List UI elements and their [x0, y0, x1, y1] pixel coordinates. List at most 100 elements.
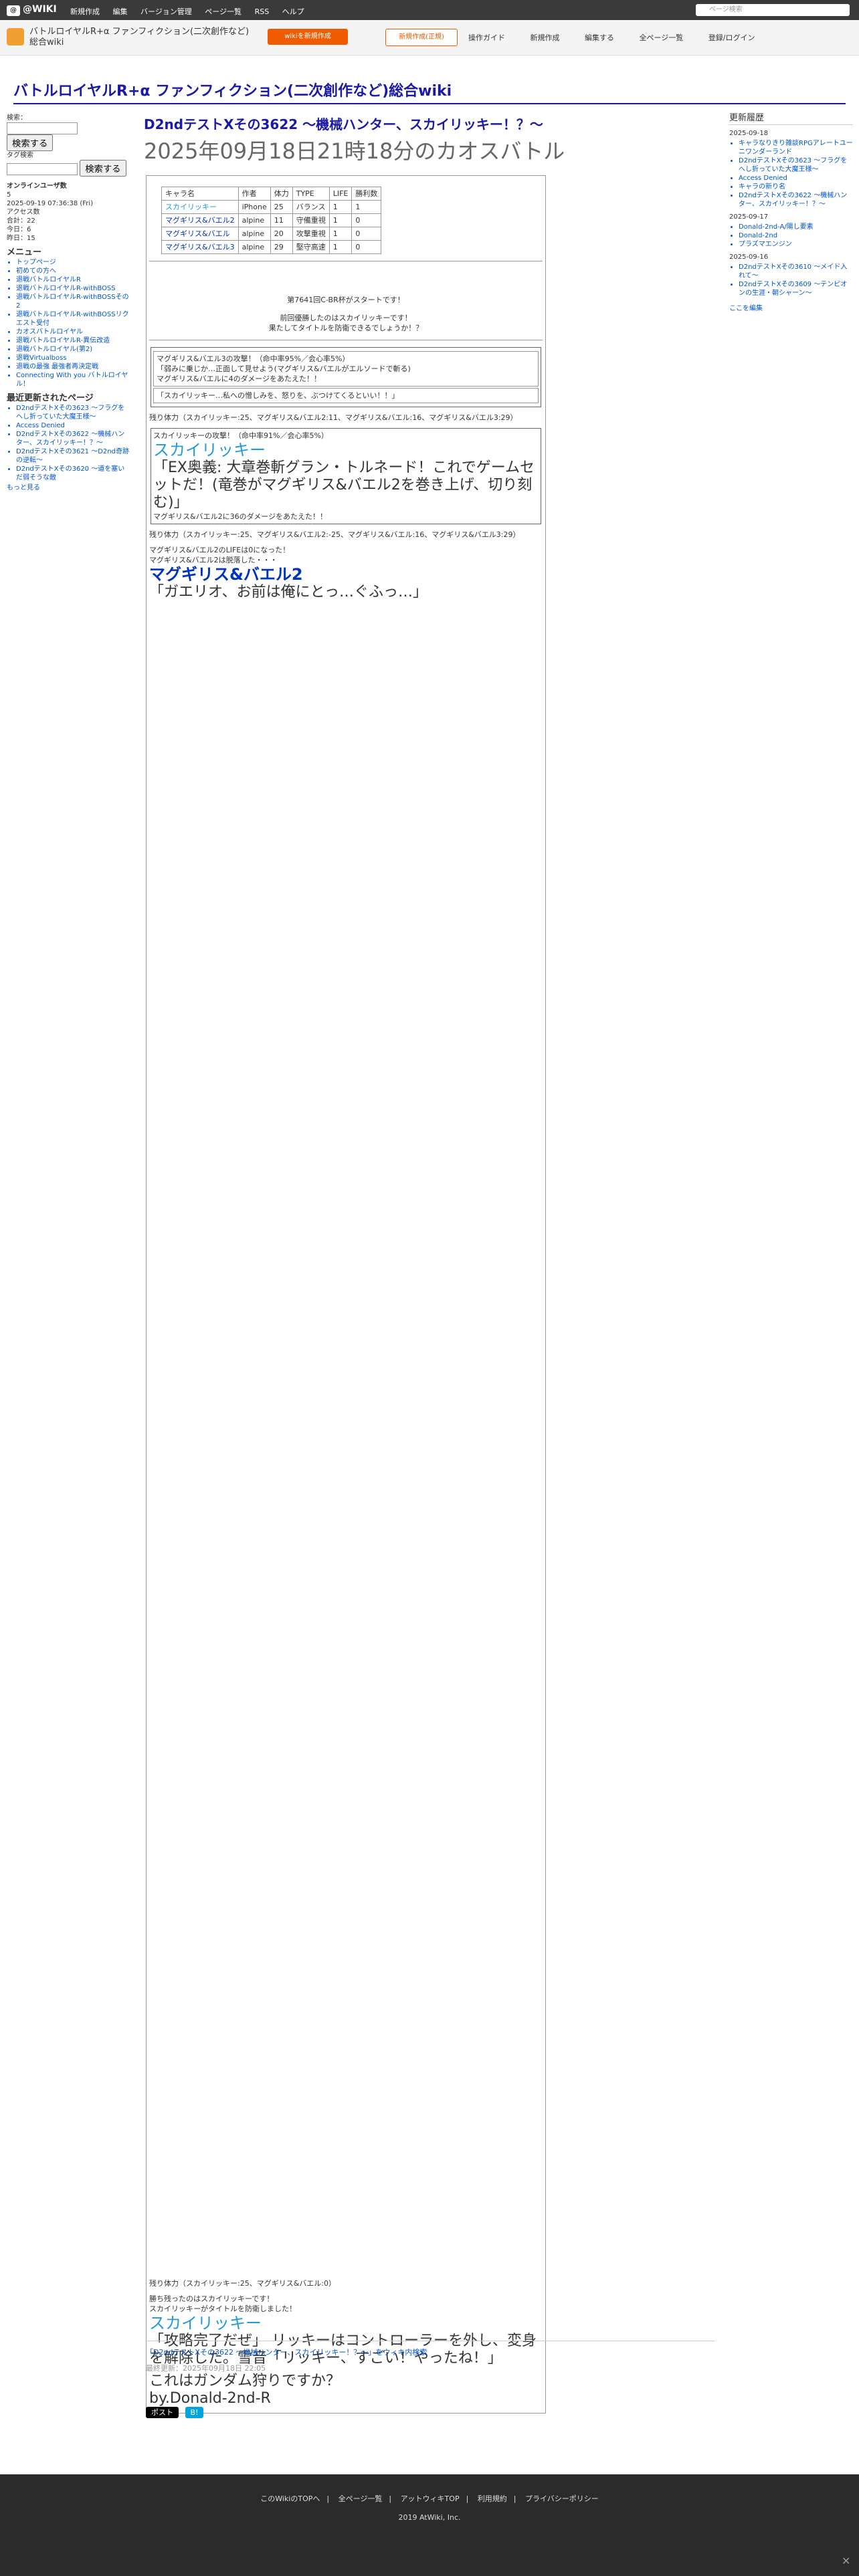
sidebar-item[interactable]: 退戦バトルロイヤルR-withBOSSその2 — [16, 293, 130, 310]
wiki-search-link[interactable]: 「D2ndテストXその3622 〜機械ハンター、スカイリッキー！？〜」をウィキ内… — [146, 2341, 714, 2357]
history-list: キャラなりきり雑談RPGアレートユーニワンダーランド D2ndテストXその362… — [739, 139, 853, 209]
sidebar-item[interactable]: 初めての方へ — [16, 267, 130, 276]
menu-title: メニュー — [7, 247, 42, 257]
history-item[interactable]: Access Denied — [739, 174, 853, 183]
reply-quote: 「スカイリッキー…私への憎しみを、怒りを、ぶつけてくるといい！！」 — [157, 391, 399, 400]
page-search-input[interactable]: ページ検索 — [696, 4, 850, 16]
history-item[interactable]: キャラの新り名 — [739, 183, 853, 191]
search-button[interactable]: 検索する — [7, 134, 54, 151]
recent-item[interactable]: D2ndテストXその3622 〜機械ハンター、スカイリッキー！？〜 — [16, 430, 130, 447]
winner-line: 勝ち残ったのはスカイリッキーです！ — [149, 2294, 274, 2303]
history-item[interactable]: D2ndテストXその3610 〜メイド入れて〜 — [739, 263, 853, 280]
recent-item[interactable]: D2ndテストXその3623 〜フラグをへし折っていた大魔王様〜 — [16, 404, 130, 421]
footer-link[interactable]: 利用規約 — [478, 2494, 507, 2503]
sidebar-item[interactable]: 退戦バトルロイヤルR-withBOSSリクエスト受付 — [16, 310, 130, 328]
wiki-name[interactable]: バトルロイヤルR+α ファンフィクション(二次創作など)総合wiki — [29, 27, 257, 48]
table-cell: 11 — [270, 213, 293, 227]
edit-button[interactable]: 編集する — [585, 33, 614, 42]
access-yesterday: 昨日：15 — [7, 235, 35, 242]
table-header-row: キャラ名 作者 体力 TYPE LIFE 勝利数 — [161, 187, 382, 201]
online-label: オンラインユーザ数 — [7, 183, 67, 190]
access-today: 今日：6 — [7, 226, 31, 233]
table-cell: 0 — [351, 213, 382, 227]
search-input[interactable] — [7, 122, 78, 134]
new-button[interactable]: 新規作成 — [531, 33, 560, 42]
winner-line-2: スカイリッキーがタイトルを防衛しました！ — [149, 2304, 296, 2313]
history-list: Donald-2nd-A/陽し要素 Donald-2nd プラズマエンジン — [739, 223, 853, 249]
menu-new[interactable]: 新規作成 — [70, 7, 100, 16]
menu-pages[interactable]: ページ一覧 — [205, 7, 242, 16]
hatena-button[interactable]: B! — [185, 2407, 204, 2418]
top-bar: @ @WIKI 新規作成 編集 バージョン管理 ページ一覧 RSS ヘルプ ページ… — [0, 0, 859, 20]
tag-label: タグ検索 — [7, 152, 33, 159]
close-icon[interactable]: ✕ — [842, 2555, 850, 2567]
battle-log: キャラ名 作者 体力 TYPE LIFE 勝利数 スカイリッキー iPhone … — [146, 175, 546, 2413]
site-title[interactable]: バトルロイヤルR+α ファンフィクション(二次創作など)総合wiki — [13, 79, 452, 100]
history-item[interactable]: Donald-2nd — [739, 231, 853, 240]
sidebar-item[interactable]: 退戦バトルロイヤルR-異伝改造 — [16, 336, 130, 345]
footer-link[interactable]: 全ページ一覧 — [339, 2494, 383, 2503]
sidebar-item[interactable]: 退戦バトルロイヤルR — [16, 276, 130, 284]
tag-search-button[interactable]: 検索する — [80, 160, 126, 177]
new-page-button[interactable]: 新規作成(正規) — [385, 29, 458, 46]
table-cell: マグギリス&バエル — [161, 227, 239, 241]
recent-item[interactable]: D2ndテストXその3621 〜D2nd奇跡の逆転〜 — [16, 447, 130, 465]
recent-item[interactable]: D2ndテストXその3620 〜道を塞いだ弱そうな敵 — [16, 465, 130, 482]
remaining-hp: 残り体力（スカイリッキー:25、マグギリス&バエル:0） — [149, 2279, 336, 2288]
menu-version[interactable]: バージョン管理 — [140, 7, 192, 16]
update-history-title: 更新履歴 — [729, 114, 853, 125]
sidebar-item[interactable]: トップページ — [16, 258, 130, 267]
attack-line: マグギリス&バエル3の攻撃！（命中率95%／会心率5%） — [157, 354, 350, 363]
table-row: マグギリス&バエル alpine 20 攻撃重視 1 0 — [161, 227, 382, 241]
right-sidebar: 更新履歴 2025-09-18 キャラなりきり雑談RPGアレートユーニワンダーラ… — [729, 114, 853, 313]
atwiki-logo[interactable]: @ @WIKI — [7, 4, 57, 16]
main-content: D2ndテストXその3622 〜機械ハンター、スカイリッキー！？〜 2025年0… — [144, 114, 716, 165]
create-wiki-button[interactable]: wikiを新規作成 — [268, 29, 348, 45]
sidebar-item[interactable]: 退戦の最強 最強者再決定戦 — [16, 362, 130, 371]
all-pages-button[interactable]: 全ページ一覧 — [640, 33, 684, 42]
start-text: 第7641回C-BR杯がスタートです！ — [287, 296, 405, 304]
footer-link[interactable]: アットウィキTOP — [401, 2494, 460, 2503]
edit-here-link[interactable]: ここを編集 — [729, 304, 853, 313]
lead-text: 前回優勝したのはスカイリッキーです！ — [280, 314, 412, 322]
menu-help[interactable]: ヘルプ — [282, 7, 304, 16]
more-link[interactable]: もっと見る — [7, 484, 130, 492]
table-cell: 1 — [351, 200, 382, 214]
history-item[interactable]: キャラなりきり雑談RPGアレートユーニワンダーランド — [739, 139, 853, 156]
history-item[interactable]: D2ndテストXその3609 〜テンピオンの生涯・朝シャーン〜 — [739, 280, 853, 298]
page-bottom: 「D2ndテストXその3622 〜機械ハンター、スカイリッキー！？〜」をウィキ内… — [146, 2341, 714, 2418]
recent-item[interactable]: Access Denied — [16, 421, 130, 430]
table-cell: alpine — [237, 227, 271, 241]
sidebar-menu: トップページ 初めての方へ 退戦バトルロイヤルR 退戦バトルロイヤルR-with… — [16, 258, 130, 389]
history-item[interactable]: Donald-2nd-A/陽し要素 — [739, 223, 853, 231]
lead-text-2: 果たしてタイトルを防衛できるでしょうか！？ — [268, 324, 423, 332]
sidebar-item[interactable]: カオスバトルロイヤル — [16, 328, 130, 336]
table-cell: 守備重視 — [292, 213, 330, 227]
history-item[interactable]: プラズマエンジン — [739, 240, 853, 249]
recent-title: 最近更新されたページ — [7, 393, 94, 403]
login-button[interactable]: 登録/ログイン — [708, 33, 755, 42]
footer-link[interactable]: プライバシーポリシー — [525, 2494, 599, 2503]
sidebar-item[interactable]: Connecting With you バトルロイヤル！ — [16, 371, 130, 389]
table-cell: 25 — [270, 200, 293, 214]
attack-line: スカイリッキーの攻撃！（命中率91%／会心率5%） — [153, 431, 328, 440]
tweet-button[interactable]: ポスト — [146, 2407, 179, 2418]
table-cell: alpine — [237, 213, 271, 227]
ko-line: マグギリス&バエル2のLIFEは0になった！ — [149, 546, 290, 554]
ko-quote: 「ガエリオ、お前は俺にとっ…ぐふっ…」 — [149, 584, 428, 601]
column-header: LIFE — [328, 187, 353, 201]
sidebar-item[interactable]: 退戦バトルロイヤルR-withBOSS — [16, 284, 130, 293]
footer-link[interactable]: このWikiのTOPへ — [260, 2494, 320, 2503]
table-cell: バランス — [292, 200, 330, 214]
sidebar-item[interactable]: 退戦バトルロイヤル(第2) — [16, 345, 130, 354]
tag-search-input[interactable] — [7, 163, 78, 175]
sidebar-item[interactable]: 退戦Virtualboss — [16, 354, 130, 362]
table-cell: 攻撃重視 — [292, 227, 330, 241]
history-item[interactable]: D2ndテストXその3622 〜機械ハンター、スカイリッキー！？〜 — [739, 191, 853, 209]
history-item[interactable]: D2ndテストXその3623 〜フラグをへし折っていた大魔王様〜 — [739, 156, 853, 174]
guide-button[interactable]: 操作ガイド — [468, 33, 505, 42]
table-row: スカイリッキー iPhone 25 バランス 1 1 — [161, 200, 382, 214]
menu-rss[interactable]: RSS — [255, 7, 270, 16]
page-subtitle: 2025年09月18日21時18分のカオスバトル — [144, 138, 565, 164]
menu-edit[interactable]: 編集 — [113, 7, 128, 16]
